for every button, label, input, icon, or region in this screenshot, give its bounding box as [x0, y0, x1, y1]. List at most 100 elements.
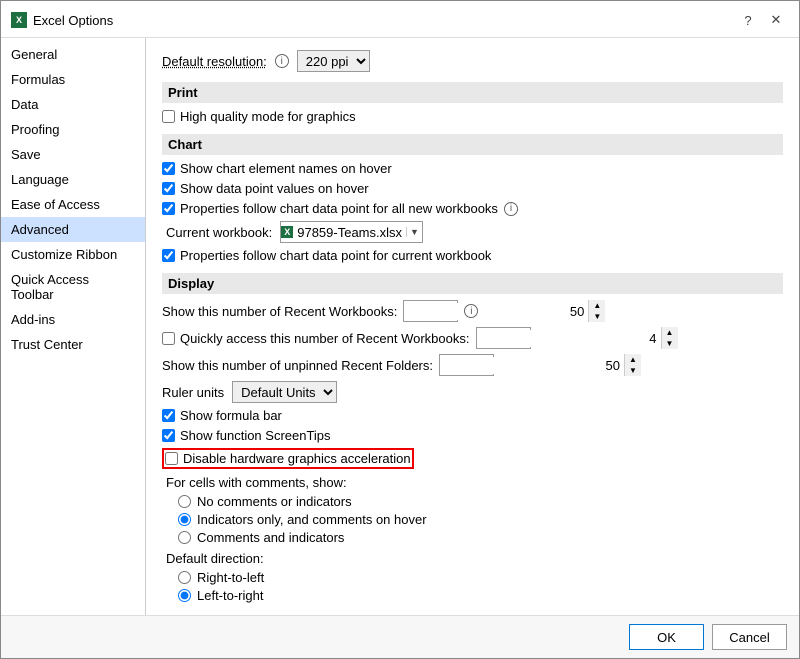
- indicators-only-radio[interactable]: [178, 513, 191, 526]
- default-resolution-select[interactable]: 220 ppi 96 ppi 150 ppi: [297, 50, 370, 72]
- left-to-right-radio[interactable]: [178, 589, 191, 602]
- chart-section-header: Chart: [162, 134, 783, 155]
- sidebar-item-ease-of-access[interactable]: Ease of Access: [1, 192, 145, 217]
- title-bar-left: X Excel Options: [11, 12, 113, 28]
- recent-workbooks-input[interactable]: [404, 303, 588, 320]
- recent-folders-spinner[interactable]: ▲ ▼: [439, 354, 494, 376]
- quick-access-input[interactable]: [477, 330, 661, 347]
- left-to-right-row: Left-to-right: [166, 588, 783, 603]
- properties-all-wb-checkbox[interactable]: [162, 202, 175, 215]
- current-workbook-row: Current workbook: X 97859-Teams.xlsx ▼: [162, 221, 783, 243]
- recent-folders-spinner-btns: ▲ ▼: [624, 354, 641, 376]
- help-button[interactable]: ?: [735, 9, 761, 31]
- show-chart-names-checkbox[interactable]: [162, 162, 175, 175]
- recent-folders-label: Show this number of unpinned Recent Fold…: [162, 358, 433, 373]
- comments-and-indicators-label: Comments and indicators: [197, 530, 344, 545]
- show-function-screentips-label[interactable]: Show function ScreenTips: [162, 428, 331, 443]
- recent-workbooks-label: Show this number of Recent Workbooks:: [162, 304, 397, 319]
- high-quality-row: High quality mode for graphics: [162, 109, 783, 124]
- show-chart-names-row: Show chart element names on hover: [162, 161, 783, 176]
- current-workbook-select[interactable]: X 97859-Teams.xlsx ▼: [280, 221, 423, 243]
- excel-options-dialog: X Excel Options ? ✕ General Formulas Dat…: [0, 0, 800, 659]
- show-data-point-checkbox[interactable]: [162, 182, 175, 195]
- recent-folders-up[interactable]: ▲: [625, 354, 641, 365]
- content-area: Default resolution: i 220 ppi 96 ppi 150…: [146, 38, 799, 615]
- comments-and-indicators-radio[interactable]: [178, 531, 191, 544]
- recent-folders-input[interactable]: [440, 357, 624, 374]
- quick-access-label[interactable]: Quickly access this number of Recent Wor…: [162, 331, 470, 346]
- right-to-left-radio[interactable]: [178, 571, 191, 584]
- quick-access-down[interactable]: ▼: [662, 338, 678, 349]
- dialog-title: Excel Options: [33, 13, 113, 28]
- sidebar-item-advanced[interactable]: Advanced: [1, 217, 145, 242]
- ruler-units-row: Ruler units Default Units Inches Centime…: [162, 381, 783, 403]
- sidebar-item-trust-center[interactable]: Trust Center: [1, 332, 145, 357]
- app-icon: X: [11, 12, 27, 28]
- properties-all-wb-label[interactable]: Properties follow chart data point for a…: [162, 201, 498, 216]
- sidebar-item-data[interactable]: Data: [1, 92, 145, 117]
- sidebar-item-quick-access-toolbar[interactable]: Quick Access Toolbar: [1, 267, 145, 307]
- disable-hw-accel-checkbox[interactable]: [165, 452, 178, 465]
- properties-current-wb-label[interactable]: Properties follow chart data point for c…: [162, 248, 491, 263]
- recent-folders-row: Show this number of unpinned Recent Fold…: [162, 354, 783, 376]
- show-function-screentips-row: Show function ScreenTips: [162, 428, 783, 443]
- title-bar: X Excel Options ? ✕: [1, 1, 799, 38]
- show-data-point-label[interactable]: Show data point values on hover: [162, 181, 369, 196]
- recent-workbooks-down[interactable]: ▼: [589, 311, 605, 322]
- current-workbook-label: Current workbook:: [166, 225, 272, 240]
- recent-workbooks-row: Show this number of Recent Workbooks: ▲ …: [162, 300, 783, 322]
- right-to-left-label: Right-to-left: [197, 570, 264, 585]
- properties-current-wb-checkbox[interactable]: [162, 249, 175, 262]
- default-direction-label: Default direction:: [166, 551, 783, 566]
- default-direction-section: Default direction: Right-to-left Left-to…: [162, 551, 783, 603]
- dialog-body: General Formulas Data Proofing Save Lang…: [1, 38, 799, 615]
- show-formula-bar-checkbox[interactable]: [162, 409, 175, 422]
- workbook-dropdown-arrow[interactable]: ▼: [406, 227, 422, 237]
- recent-workbooks-up[interactable]: ▲: [589, 300, 605, 311]
- quick-access-spinner[interactable]: ▲ ▼: [476, 327, 531, 349]
- disable-hw-accel-row: Disable hardware graphics acceleration: [162, 448, 783, 469]
- indicators-only-row: Indicators only, and comments on hover: [166, 512, 783, 527]
- indicators-only-label: Indicators only, and comments on hover: [197, 512, 427, 527]
- no-comments-row: No comments or indicators: [166, 494, 783, 509]
- high-quality-checkbox[interactable]: [162, 110, 175, 123]
- left-to-right-label: Left-to-right: [197, 588, 263, 603]
- properties-all-wb-row: Properties follow chart data point for a…: [162, 201, 783, 216]
- quick-access-up[interactable]: ▲: [662, 327, 678, 338]
- close-button[interactable]: ✕: [763, 9, 789, 31]
- show-chart-names-label[interactable]: Show chart element names on hover: [162, 161, 392, 176]
- current-workbook-value: 97859-Teams.xlsx: [293, 224, 406, 241]
- no-comments-radio[interactable]: [178, 495, 191, 508]
- quick-access-row: Quickly access this number of Recent Wor…: [162, 327, 783, 349]
- sidebar-item-language[interactable]: Language: [1, 167, 145, 192]
- sidebar: General Formulas Data Proofing Save Lang…: [1, 38, 146, 615]
- disable-hw-accel-highlight: Disable hardware graphics acceleration: [162, 448, 414, 469]
- excel-file-icon: X: [281, 226, 293, 238]
- disable-hw-accel-label: Disable hardware graphics acceleration: [183, 451, 411, 466]
- quick-access-spinner-btns: ▲ ▼: [661, 327, 678, 349]
- info-icon-chart: i: [504, 202, 518, 216]
- recent-workbooks-spinner[interactable]: ▲ ▼: [403, 300, 458, 322]
- ruler-units-select[interactable]: Default Units Inches Centimeters Millime…: [232, 381, 337, 403]
- no-comments-label: No comments or indicators: [197, 494, 352, 509]
- sidebar-item-proofing[interactable]: Proofing: [1, 117, 145, 142]
- sidebar-item-formulas[interactable]: Formulas: [1, 67, 145, 92]
- ruler-units-label: Ruler units: [162, 385, 224, 400]
- sidebar-item-customize-ribbon[interactable]: Customize Ribbon: [1, 242, 145, 267]
- show-function-screentips-checkbox[interactable]: [162, 429, 175, 442]
- print-section-header: Print: [162, 82, 783, 103]
- sidebar-item-add-ins[interactable]: Add-ins: [1, 307, 145, 332]
- quick-access-checkbox[interactable]: [162, 332, 175, 345]
- comments-section: For cells with comments, show: No commen…: [162, 475, 783, 545]
- sidebar-item-save[interactable]: Save: [1, 142, 145, 167]
- cancel-button[interactable]: Cancel: [712, 624, 787, 650]
- recent-workbooks-spinner-btns: ▲ ▼: [588, 300, 605, 322]
- info-icon-res: i: [275, 54, 289, 68]
- sidebar-item-general[interactable]: General: [1, 42, 145, 67]
- recent-folders-down[interactable]: ▼: [625, 365, 641, 376]
- show-formula-bar-label[interactable]: Show formula bar: [162, 408, 282, 423]
- high-quality-label[interactable]: High quality mode for graphics: [162, 109, 356, 124]
- comments-and-indicators-row: Comments and indicators: [166, 530, 783, 545]
- dialog-footer: OK Cancel: [1, 615, 799, 658]
- ok-button[interactable]: OK: [629, 624, 704, 650]
